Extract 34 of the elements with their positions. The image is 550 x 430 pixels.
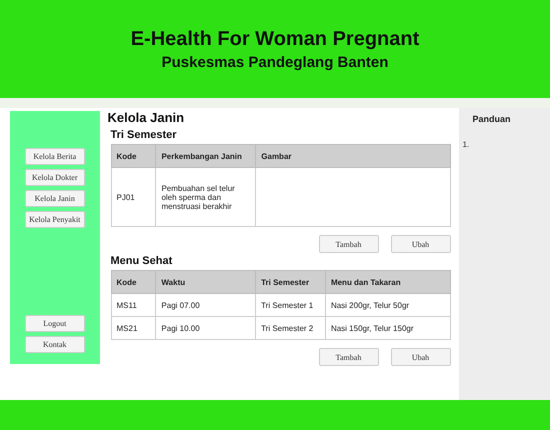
action-button[interactable]: Ubah xyxy=(390,235,450,253)
column-header: Tri Semester xyxy=(256,270,326,294)
column-header: Menu dan Takaran xyxy=(325,270,450,294)
section-title: Tri Semester xyxy=(110,129,178,141)
table-cell: Pagi 10.00 xyxy=(156,316,256,340)
table-cell: MS21 xyxy=(111,316,156,340)
menu-button[interactable]: Kontak xyxy=(24,336,85,353)
menu-button[interactable]: Kelola Penyakit xyxy=(24,211,85,228)
table-cell: Tri Semester 2 xyxy=(256,316,326,340)
action-button[interactable]: Tambah xyxy=(318,348,378,366)
page-title: Kelola Janin xyxy=(108,110,186,125)
table-cell: Nasi 150gr, Telur 150gr xyxy=(325,316,450,340)
column-header: Perkembangan Janin xyxy=(156,144,256,168)
menu-button[interactable]: Kelola Dokter xyxy=(24,169,85,186)
guide-item: 1. xyxy=(462,140,470,149)
column-header: Kode xyxy=(111,270,156,294)
table-cell: PJ01 xyxy=(111,168,156,226)
table-cell: MS11 xyxy=(111,294,156,316)
column-header: Gambar xyxy=(256,144,450,168)
menu-button[interactable]: Kelola Janin xyxy=(24,190,85,207)
table-cell: Pembuahan sel telur oleh sperma dan menstruasi berakhir xyxy=(156,168,256,226)
action-button[interactable]: Ubah xyxy=(390,348,450,366)
column-header: Waktu xyxy=(156,270,256,294)
table-cell: Pagi 07.00 xyxy=(156,294,256,316)
guide-title: Panduan xyxy=(472,114,512,124)
section-title: Menu Sehat xyxy=(110,255,174,267)
site-subtitle: Puskesmas Pandeglang Banten xyxy=(162,54,388,70)
action-button[interactable]: Tambah xyxy=(318,235,378,253)
menu-button[interactable]: Kelola Berita xyxy=(24,148,85,165)
menu-button[interactable]: Logout xyxy=(24,315,85,332)
table-cell: Nasi 200gr, Telur 50gr xyxy=(325,294,450,316)
table-cell: Tri Semester 1 xyxy=(256,294,326,316)
site-title: E-Health For Woman Pregnant xyxy=(130,28,420,50)
column-header: Kode xyxy=(111,144,156,168)
